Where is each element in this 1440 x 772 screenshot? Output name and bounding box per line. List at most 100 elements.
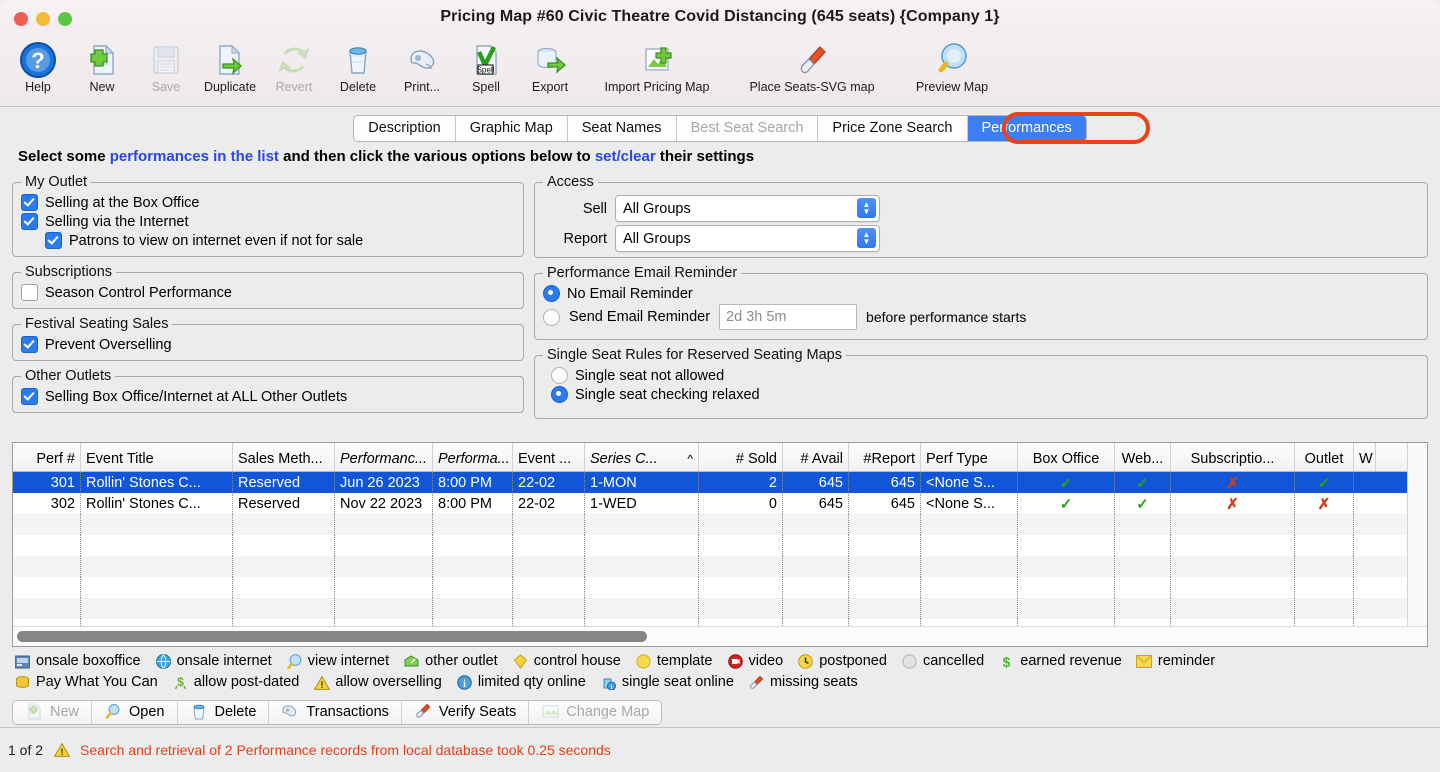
radio-send-email-reminder[interactable] — [543, 308, 560, 326]
column-header-series-code[interactable]: Series C... ^ — [585, 443, 699, 471]
trash-icon — [190, 703, 208, 721]
green-outlet-icon — [403, 653, 420, 670]
cell-event-code: 22-02 — [513, 472, 585, 493]
column-header-event-title[interactable]: Event Title — [81, 443, 233, 471]
table-horizontal-scrollbar[interactable] — [13, 626, 1427, 646]
printer-icon — [402, 38, 442, 82]
cell-sales-method: Reserved — [233, 493, 335, 514]
tab-price-zone-search[interactable]: Price Zone Search — [818, 115, 968, 141]
radio-row-single-seat-not-allowed[interactable]: Single seat not allowed — [543, 367, 1419, 384]
table-row-empty[interactable] — [13, 535, 1427, 556]
table-row[interactable]: 301 Rollin' Stones C... Reserved Jun 26 … — [13, 472, 1427, 493]
table-vertical-scrollbar[interactable] — [1407, 443, 1427, 626]
toolbar-label: Revert — [275, 80, 313, 94]
toolbar-button-print[interactable]: Print... — [390, 38, 454, 94]
open-button[interactable]: Open — [92, 700, 178, 724]
toolbar-button-duplicate[interactable]: Duplicate — [198, 38, 262, 94]
toolbar-button-import-pricing-map[interactable]: Import Pricing Map — [582, 38, 732, 94]
left-settings-column: My Outlet Selling at the Box Office Sell… — [12, 174, 524, 438]
instruction-part2: and then click the various options below… — [278, 148, 595, 165]
toolbar-button-spell[interactable]: Spell Spell — [454, 38, 518, 94]
checkbox-selling-all-other-outlets[interactable] — [21, 388, 38, 405]
checkbox-row-season-control[interactable]: Season Control Performance — [21, 284, 515, 301]
checkbox-row-selling-box-office[interactable]: Selling at the Box Office — [21, 194, 515, 211]
delete-button[interactable]: Delete — [177, 700, 270, 724]
cell-num-sold: 2 — [699, 472, 783, 493]
legend-item-onsale-internet: onsale internet — [155, 651, 272, 672]
radio-row-single-seat-relaxed[interactable]: Single seat checking relaxed — [543, 386, 1419, 403]
checkbox-patrons-view-internet[interactable] — [45, 232, 62, 249]
column-header-outlet[interactable]: Outlet — [1295, 443, 1354, 471]
tab-graphic-map[interactable]: Graphic Map — [455, 115, 568, 141]
table-row-empty[interactable] — [13, 619, 1427, 626]
button-label: Change Map — [566, 703, 650, 720]
table-row-empty[interactable] — [13, 598, 1427, 619]
column-header-perf-number[interactable]: Perf # — [13, 443, 81, 471]
column-header-num-avail[interactable]: # Avail — [783, 443, 849, 471]
transactions-button[interactable]: Transactions — [269, 700, 402, 724]
table-row-empty[interactable] — [13, 577, 1427, 598]
column-header-num-report[interactable]: #Report — [849, 443, 921, 471]
verify-seats-button[interactable]: Verify Seats — [401, 700, 530, 724]
toolbar-button-help[interactable]: ? Help — [6, 38, 70, 94]
radio-no-email-reminder[interactable] — [543, 285, 560, 302]
column-header-performance-date[interactable]: Performanc... — [335, 443, 433, 471]
column-header-event-code[interactable]: Event ... — [513, 443, 585, 471]
radio-row-send-email-reminder[interactable]: Send Email Reminder 2d 3h 5m before perf… — [543, 304, 1419, 330]
toolbar-label: Export — [531, 80, 569, 94]
cell-performance-time: 8:00 PM — [433, 472, 513, 493]
chevron-updown-icon[interactable]: ▲ ▼ — [857, 228, 876, 248]
instruction-link-performances[interactable]: performances in the list — [110, 148, 279, 165]
report-access-dropdown[interactable]: All Groups ▲ ▼ — [615, 225, 880, 252]
column-header-num-sold[interactable]: # Sold — [699, 443, 783, 471]
column-header-sales-method[interactable]: Sales Meth... — [233, 443, 335, 471]
chevron-updown-icon[interactable]: ▲ ▼ — [857, 198, 876, 218]
column-header-box-office[interactable]: Box Office — [1018, 443, 1115, 471]
cell-performance-time: 8:00 PM — [433, 493, 513, 514]
checkbox-row-patrons-view[interactable]: Patrons to view on internet even if not … — [21, 232, 515, 249]
toolbar-button-preview-map[interactable]: Preview Map — [892, 38, 1012, 94]
cell-num-avail: 645 — [783, 493, 849, 514]
legend-item-control-house: control house — [512, 651, 621, 672]
radio-single-seat-not-allowed[interactable] — [551, 367, 568, 384]
cross-icon: ✗ — [1226, 495, 1239, 513]
column-header-performance-time[interactable]: Performa... — [433, 443, 513, 471]
column-header-w[interactable]: W — [1354, 443, 1376, 471]
radio-row-no-email-reminder[interactable]: No Email Reminder — [543, 285, 1419, 302]
column-header-perf-type[interactable]: Perf Type — [921, 443, 1018, 471]
toolbar-button-delete[interactable]: Delete — [326, 38, 390, 94]
wrench-seat-icon — [748, 674, 765, 691]
magnifier-preview-icon — [932, 38, 972, 82]
tab-seat-names[interactable]: Seat Names — [567, 115, 677, 141]
toolbar-button-place-seats-svg[interactable]: Place Seats-SVG map — [732, 38, 892, 94]
instruction-link-setclear[interactable]: set/clear — [595, 148, 656, 165]
column-header-web[interactable]: Web... — [1115, 443, 1171, 471]
checkbox-season-control-performance[interactable] — [21, 284, 38, 301]
button-label: Open — [129, 703, 165, 720]
toolbar-button-new[interactable]: New — [70, 38, 134, 94]
legend-item-view-internet: view internet — [286, 651, 389, 672]
table-row[interactable]: 302 Rollin' Stones C... Reserved Nov 22 … — [13, 493, 1427, 514]
yellow-circle-icon — [635, 653, 652, 670]
toolbar-button-export[interactable]: Export — [518, 38, 582, 94]
tab-description[interactable]: Description — [354, 115, 456, 141]
checkbox-selling-internet[interactable] — [21, 213, 38, 230]
tab-performances[interactable]: Performances — [967, 115, 1086, 141]
sell-access-dropdown[interactable]: All Groups ▲ ▼ — [615, 195, 880, 222]
radio-single-seat-checking-relaxed[interactable] — [551, 386, 568, 403]
legend-item-reminder: reminder — [1136, 651, 1215, 672]
horizontal-scroll-thumb[interactable] — [17, 631, 647, 642]
checkbox-row-selling-all-other-outlets[interactable]: Selling Box Office/Internet at ALL Other… — [21, 388, 515, 405]
table-row-empty[interactable] — [13, 556, 1427, 577]
revert-arrows-icon — [274, 38, 314, 82]
column-header-label: Series C... — [590, 450, 658, 467]
new-document-icon — [25, 703, 43, 721]
table-row-empty[interactable] — [13, 514, 1427, 535]
check-icon: ✓ — [1136, 495, 1149, 513]
checkbox-row-prevent-overselling[interactable]: Prevent Overselling — [21, 336, 515, 353]
reminder-duration-input[interactable]: 2d 3h 5m — [719, 304, 858, 330]
column-header-subscription[interactable]: Subscriptio... — [1171, 443, 1295, 471]
checkbox-prevent-overselling[interactable] — [21, 336, 38, 353]
checkbox-row-selling-internet[interactable]: Selling via the Internet — [21, 213, 515, 230]
checkbox-selling-box-office[interactable] — [21, 194, 38, 211]
